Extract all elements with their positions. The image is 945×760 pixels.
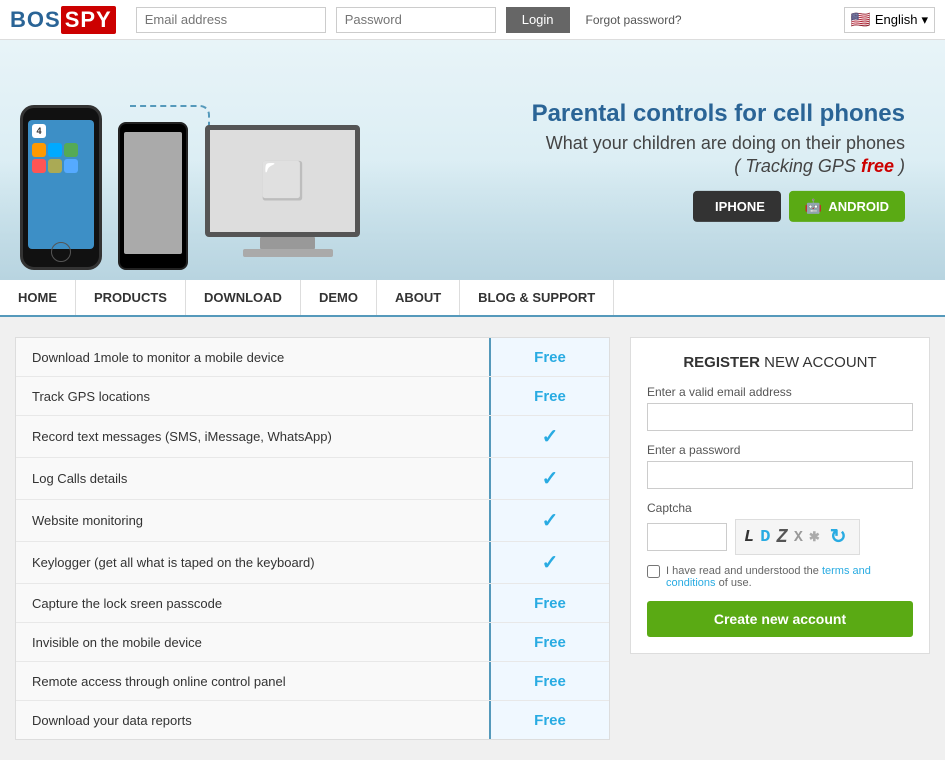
feature-value: Free: [489, 662, 609, 700]
table-row: Log Calls details✓: [16, 458, 609, 500]
forgot-password-link[interactable]: Forgot password?: [586, 13, 682, 27]
hero-subtitle: What your children are doing on their ph…: [532, 133, 905, 154]
hero-free-text: free: [861, 156, 894, 176]
table-row: Remote access through online control pan…: [16, 662, 609, 701]
home-button: [51, 242, 71, 262]
feature-value: Free: [489, 584, 609, 622]
feature-name: Capture the lock sreen passcode: [16, 588, 489, 619]
login-button[interactable]: Login: [506, 7, 570, 33]
feature-value: Free: [489, 338, 609, 376]
android-icon: 🤖: [805, 198, 822, 215]
captcha-input[interactable]: [647, 523, 727, 551]
table-row: Record text messages (SMS, iMessage, Wha…: [16, 416, 609, 458]
nav-blog[interactable]: BLOG & SUPPORT: [460, 280, 614, 315]
main-content: Download 1mole to monitor a mobile devic…: [0, 317, 945, 760]
monitor-screen: ⬜: [205, 125, 360, 237]
feature-name: Invisible on the mobile device: [16, 627, 489, 658]
register-sidebar: REGISTER NEW ACCOUNT Enter a valid email…: [630, 337, 930, 654]
feature-value: ✓: [489, 458, 609, 499]
phone-badge: 4: [32, 124, 46, 138]
captcha-row: L D Z X ✱ ↻: [647, 519, 913, 555]
captcha-label: Captcha: [647, 501, 913, 515]
feature-value: ✓: [489, 500, 609, 541]
captcha-noise: ✱: [809, 530, 824, 545]
register-title: REGISTER NEW ACCOUNT: [647, 354, 913, 371]
table-row: Website monitoring✓: [16, 500, 609, 542]
logo: BOS SPY: [10, 6, 116, 34]
feature-name: Remote access through online control pan…: [16, 666, 489, 697]
language-label: English: [875, 12, 918, 27]
create-account-button[interactable]: Create new account: [647, 601, 913, 637]
feature-name: Track GPS locations: [16, 381, 489, 412]
feature-name: Log Calls details: [16, 463, 489, 494]
feature-name: Keylogger (get all what is taped on the …: [16, 547, 489, 578]
logo-bos: BOS: [10, 7, 61, 33]
terms-row: I have read and understood the terms and…: [647, 565, 913, 589]
hero-gps: ( Tracking GPS free ): [532, 156, 905, 177]
captcha-letter-Z: Z: [776, 526, 791, 548]
feature-value: ✓: [489, 542, 609, 583]
terms-text: I have read and understood the terms and…: [666, 565, 913, 589]
feature-name: Download 1mole to monitor a mobile devic…: [16, 342, 489, 373]
flag-icon: 🇺🇸: [851, 10, 871, 30]
language-selector[interactable]: 🇺🇸 English ▾: [844, 7, 935, 33]
register-password-input[interactable]: [647, 461, 913, 489]
android-button[interactable]: 🤖 ANDROID: [789, 191, 905, 222]
email-input[interactable]: [136, 7, 326, 33]
feature-value: Free: [489, 623, 609, 661]
table-row: Capture the lock sreen passcodeFree: [16, 584, 609, 623]
header: BOS SPY Login Forgot password? 🇺🇸 Englis…: [0, 0, 945, 40]
captcha-letter-X: X: [794, 529, 807, 546]
navigation: HOME PRODUCTS DOWNLOAD DEMO ABOUT BLOG &…: [0, 280, 945, 317]
hero-section: 4 ▼ ⬜ Parental controls for cell phones …: [0, 40, 945, 280]
feature-name: Download your data reports: [16, 705, 489, 736]
captcha-letter-D: D: [760, 528, 774, 547]
nav-demo[interactable]: DEMO: [301, 280, 377, 315]
platform-buttons: IPHONE 🤖 ANDROID: [532, 191, 905, 222]
feature-name: Website monitoring: [16, 505, 489, 536]
table-row: Download your data reportsFree: [16, 701, 609, 739]
nav-download[interactable]: DOWNLOAD: [186, 280, 301, 315]
nav-about[interactable]: ABOUT: [377, 280, 460, 315]
table-row: Download 1mole to monitor a mobile devic…: [16, 338, 609, 377]
feature-value: Free: [489, 701, 609, 739]
email-label: Enter a valid email address: [647, 385, 913, 399]
captcha-refresh-icon[interactable]: ↻: [830, 524, 851, 550]
hero-text: Parental controls for cell phones What y…: [532, 98, 905, 222]
arrow-decoration: [130, 105, 210, 140]
phone-app-icons: [32, 143, 90, 173]
puzzle-icon: ⬜: [260, 160, 305, 202]
register-email-input[interactable]: [647, 403, 913, 431]
iphone-button[interactable]: IPHONE: [693, 191, 781, 222]
monitor-stand-top: [260, 237, 315, 249]
hero-title: Parental controls for cell phones: [532, 98, 905, 129]
phone2-screen: [124, 132, 182, 254]
captcha-image: L D Z X ✱ ↻: [735, 519, 860, 555]
feature-value: Free: [489, 377, 609, 415]
password-input[interactable]: [336, 7, 496, 33]
monitor-image: ⬜: [205, 125, 370, 270]
monitor-base: [243, 249, 333, 257]
logo-spy: SPY: [61, 6, 116, 34]
features-table: Download 1mole to monitor a mobile devic…: [15, 337, 610, 740]
table-row: Track GPS locationsFree: [16, 377, 609, 416]
android-phone-image: [118, 122, 188, 270]
nav-products[interactable]: PRODUCTS: [76, 280, 186, 315]
table-row: Invisible on the mobile deviceFree: [16, 623, 609, 662]
feature-value: ✓: [489, 416, 609, 457]
terms-checkbox[interactable]: [647, 565, 660, 578]
nav-home[interactable]: HOME: [0, 280, 76, 315]
chevron-down-icon: ▾: [921, 12, 928, 28]
iphone-image: 4: [20, 105, 102, 270]
feature-name: Record text messages (SMS, iMessage, Wha…: [16, 421, 489, 452]
captcha-letter-L: L: [744, 528, 758, 547]
password-label: Enter a password: [647, 443, 913, 457]
table-row: Keylogger (get all what is taped on the …: [16, 542, 609, 584]
